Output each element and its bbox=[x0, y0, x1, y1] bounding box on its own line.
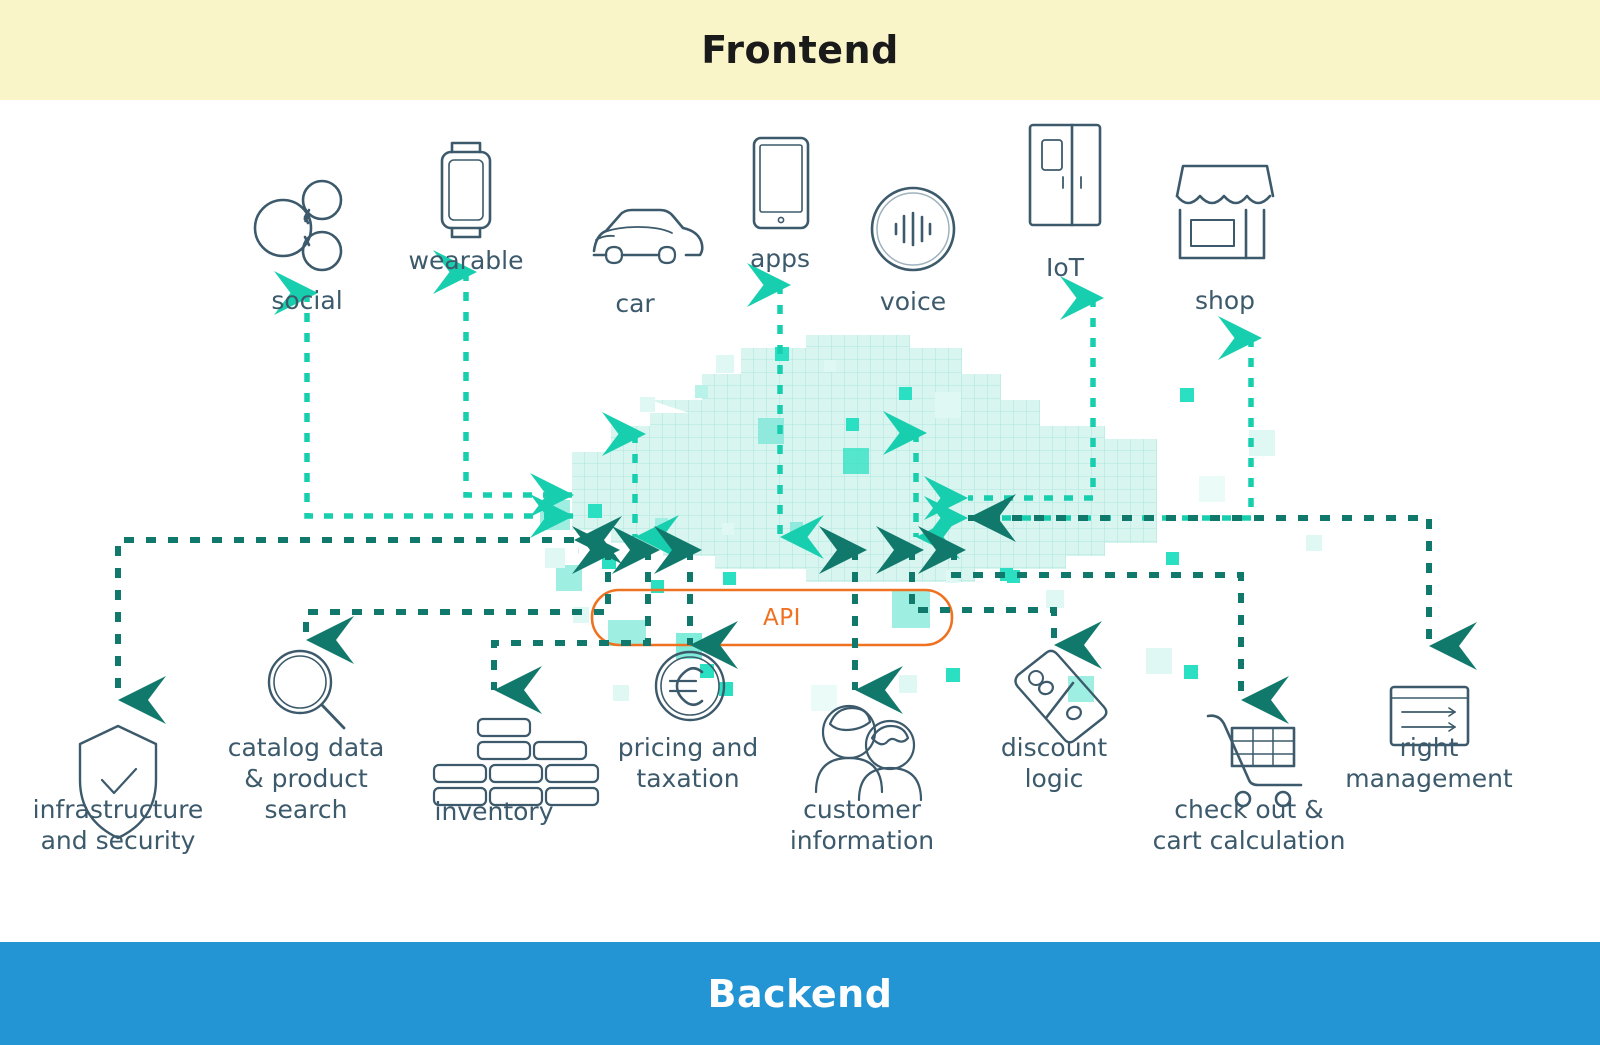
label-layer: API social wearable car apps voice IoT s… bbox=[0, 100, 1600, 942]
label-social: social bbox=[271, 286, 343, 315]
label-shop: shop bbox=[1194, 286, 1256, 315]
label-wearable: wearable bbox=[408, 246, 524, 275]
label-customer: customer information bbox=[789, 795, 935, 855]
label-catalog: catalog data & product search bbox=[227, 733, 385, 824]
api-label: API bbox=[763, 605, 801, 631]
label-apps: apps bbox=[749, 244, 811, 273]
label-infrastructure: infrastructure and security bbox=[32, 795, 204, 855]
frontend-banner-label: Frontend bbox=[701, 28, 899, 72]
label-car: car bbox=[615, 289, 655, 318]
label-rights: right management bbox=[1345, 733, 1513, 793]
label-pricing: pricing and taxation bbox=[617, 733, 759, 793]
label-discount: discount logic bbox=[1000, 733, 1108, 793]
label-voice: voice bbox=[879, 287, 947, 316]
frontend-banner: Frontend bbox=[0, 0, 1600, 100]
label-inventory: inventory bbox=[434, 797, 554, 826]
diagram-body: API social wearable car apps voice IoT s… bbox=[0, 100, 1600, 942]
label-checkout: check out & cart calculation bbox=[1152, 795, 1346, 855]
diagram-canvas: Frontend Backend API social wearable car… bbox=[0, 0, 1600, 1045]
label-iot: IoT bbox=[1046, 253, 1084, 282]
backend-banner: Backend bbox=[0, 942, 1600, 1045]
backend-banner-label: Backend bbox=[707, 971, 893, 1016]
